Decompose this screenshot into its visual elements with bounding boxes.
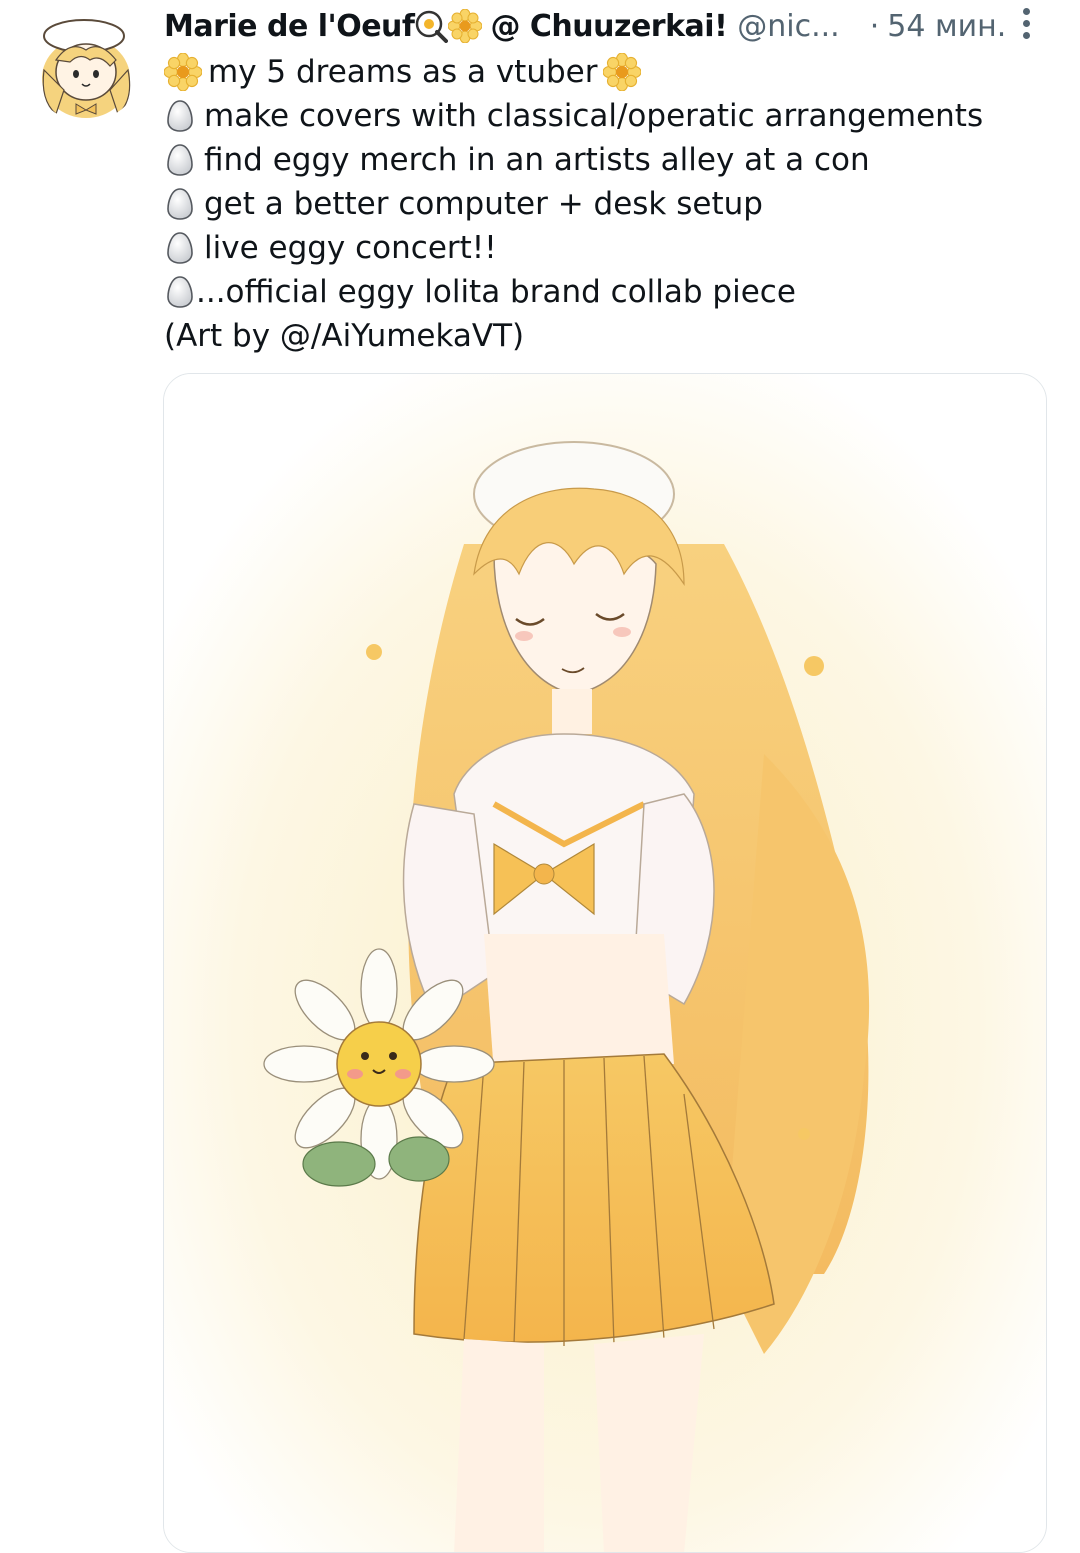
tweet[interactable]: Marie de l'Oeuf @ Chuuzerkai! @nic... · … (0, 0, 1080, 1553)
egg-icon (167, 144, 193, 176)
list-item-text: find eggy merch in an artists alley at a… (204, 142, 870, 178)
list-item: get a better computer + desk setup (164, 182, 1044, 226)
list-item: ...official eggy lolita brand collab pie… (164, 270, 1044, 314)
art-credit[interactable]: (Art by @/AiYumekaVT) (164, 314, 524, 358)
separator-dot: · (869, 8, 880, 44)
list-item: live eggy concert!! (164, 226, 1044, 270)
list-item-text: make covers with classical/operatic arra… (204, 98, 984, 134)
display-name[interactable]: Marie de l'Oeuf (164, 9, 415, 44)
display-name-suffix[interactable]: @ Chuuzerkai! (490, 9, 727, 44)
egg-icon (167, 232, 193, 264)
tweet-media-image[interactable] (163, 373, 1047, 1553)
timestamp[interactable]: 54 мин. (887, 9, 1006, 44)
egg-icon (167, 276, 193, 308)
egg-icon (167, 100, 193, 132)
daisy-icon (603, 53, 642, 91)
tweet-header: Marie de l'Oeuf @ Chuuzerkai! @nic... · … (164, 4, 1044, 48)
list-item: find eggy merch in an artists alley at a… (164, 138, 1044, 182)
list-item-text: get a better computer + desk setup (204, 186, 763, 222)
art-credit-line: (Art by @/AiYumekaVT) (164, 314, 1044, 358)
avatar[interactable] (30, 10, 142, 122)
illustration (164, 374, 1046, 1552)
post-heading: my 5 dreams as a vtuber (208, 54, 598, 90)
daisy-icon (448, 9, 483, 43)
egg-icon (167, 188, 193, 220)
daisy-icon (164, 53, 202, 91)
tweet-text: my 5 dreams as a vtuber make covers with… (164, 50, 1044, 358)
avatar-chibi (30, 10, 142, 122)
list-item-text: live eggy concert!! (204, 230, 497, 266)
list-item: make covers with classical/operatic arra… (164, 94, 1044, 138)
more-vertical-icon[interactable] (1016, 8, 1036, 44)
post-heading-line: my 5 dreams as a vtuber (164, 50, 1044, 94)
user-handle[interactable]: @nic... (737, 9, 839, 44)
list-item-text: ...official eggy lolita brand collab pie… (196, 274, 796, 310)
fried-egg-pan-icon (416, 10, 449, 43)
